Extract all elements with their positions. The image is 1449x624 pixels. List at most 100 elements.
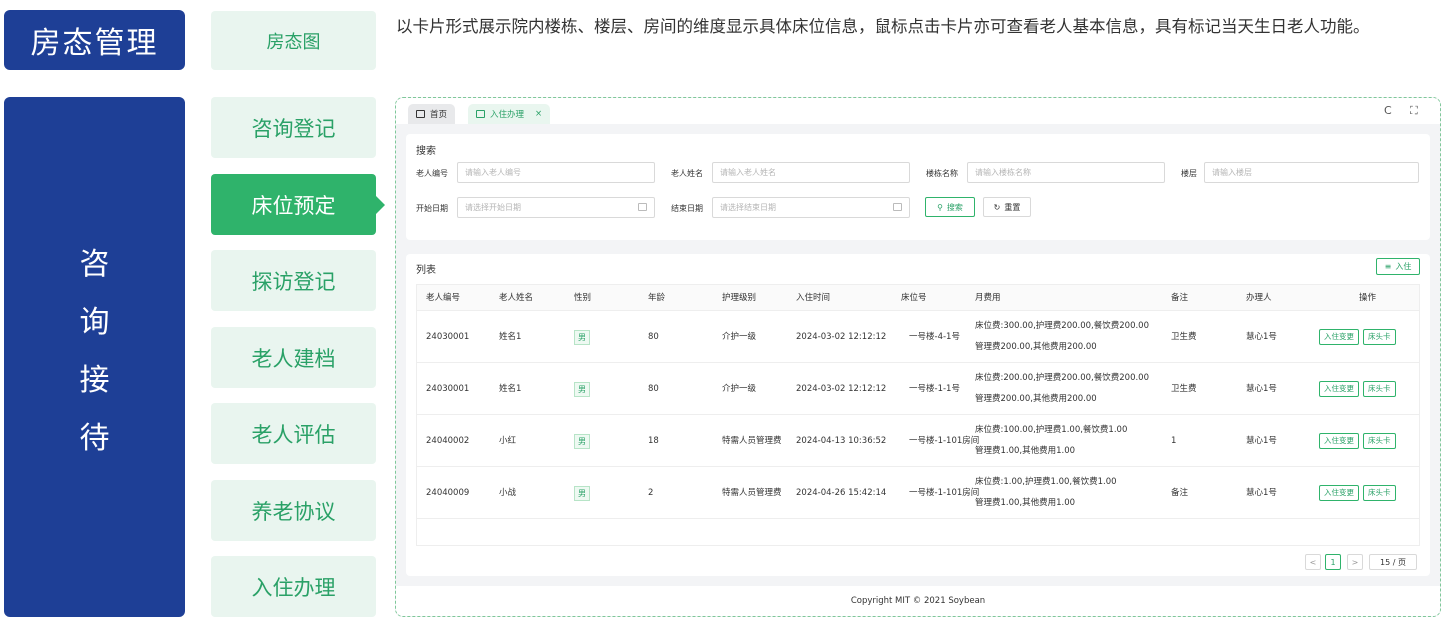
fee-line: 床位费:1.00,护理费1.00,餐饮费1.00 — [975, 477, 1117, 487]
page-number-button[interactable]: 1 — [1325, 554, 1341, 570]
menu-item-label: 入住办理 — [251, 575, 336, 600]
bed-card-button[interactable]: 床头卡 — [1363, 381, 1396, 397]
column-header: 性别 — [574, 292, 592, 303]
close-icon[interactable]: × — [535, 109, 542, 119]
column-header: 护理级别 — [722, 292, 757, 303]
bed-card-button[interactable]: 床头卡 — [1363, 329, 1396, 345]
menu-item-elder-assess[interactable]: 老人评估 — [211, 403, 376, 464]
cell-bed-number: 一号楼-4-1号 — [909, 331, 960, 342]
cell-elder-id: 24040002 — [426, 435, 470, 446]
menu-item-check-in[interactable]: 入住办理 — [211, 556, 376, 617]
building-name-input[interactable]: 请输入楼栋名称 — [967, 162, 1165, 183]
cell-monthly-fee: 床位费:200.00,护理费200.00,餐饮费200.00 管理费200.00… — [975, 363, 1149, 415]
search-card-title: 搜索 — [416, 146, 436, 157]
cell-care-level: 特需人员管理费 — [722, 435, 782, 446]
category-room-status-label: 房态管理 — [30, 26, 159, 61]
app-screenshot-frame: 首页 入住办理 × C ⛶ 搜索 老人编号 请输入老人编号 老人姓名 请输入老人… — [395, 97, 1441, 617]
menu-item-consult-register[interactable]: 咨询登记 — [211, 97, 376, 158]
column-header: 入住时间 — [796, 292, 831, 303]
fee-line: 管理费200.00,其他费用200.00 — [975, 394, 1097, 404]
tab-home-label: 首页 — [430, 110, 448, 120]
change-check-in-button[interactable]: 入住变更 — [1319, 329, 1359, 345]
menu-item-label: 探访登记 — [251, 269, 336, 294]
cell-actions: 入住变更 床头卡 — [1315, 467, 1396, 519]
cell-check-in-time: 2024-03-02 12:12:12 — [796, 383, 887, 394]
refresh-icon[interactable]: C — [1384, 104, 1392, 117]
cell-check-in-time: 2024-03-02 12:12:12 — [796, 331, 887, 342]
tab-home[interactable]: 首页 — [408, 104, 456, 124]
cell-monthly-fee: 床位费:300.00,护理费200.00,餐饮费200.00 管理费200.00… — [975, 311, 1149, 363]
end-date-placeholder: 请选择结束日期 — [720, 203, 776, 212]
menu-item-label: 房态图 — [266, 31, 321, 53]
category-consultation-char: 询 — [79, 305, 110, 340]
reset-icon: ↻ — [993, 202, 1001, 212]
tab-check-in[interactable]: 入住办理 × — [468, 104, 551, 124]
cell-note: 卫生费 — [1171, 383, 1197, 394]
menu-item-care-agreement[interactable]: 养老协议 — [211, 480, 376, 541]
search-card: 搜索 老人编号 请输入老人编号 老人姓名 请输入老人姓名 楼栋名称 请输入楼栋名… — [406, 134, 1430, 240]
cell-actions: 入住变更 床头卡 — [1315, 363, 1396, 415]
search-button[interactable]: ⚲ 搜索 — [925, 197, 975, 217]
category-room-status: 房态管理 — [4, 10, 185, 70]
cell-handler: 慧心1号 — [1246, 435, 1277, 446]
column-header: 老人姓名 — [499, 292, 534, 303]
building-name-label: 楼栋名称 — [926, 169, 958, 178]
column-header: 月费用 — [975, 292, 1001, 303]
category-consultation-char: 接 — [79, 363, 110, 398]
cell-elder-name: 姓名1 — [499, 331, 522, 342]
cell-age: 2 — [648, 487, 654, 498]
category-consultation: 咨 询 接 待 — [4, 97, 185, 617]
cell-check-in-time: 2024-04-13 10:36:52 — [796, 435, 887, 446]
table-row: 24040002 小红 男 18 特需人员管理费 2024-04-13 10:3… — [417, 415, 1419, 467]
list-card: 列表 ≡ 入住 老人编号 老人姓名 性别 年龄 护理级别 入住时间 床位号 月费… — [406, 254, 1430, 576]
add-check-in-label: 入住 — [1395, 262, 1412, 271]
calendar-icon — [638, 203, 647, 211]
elder-name-input[interactable]: 请输入老人姓名 — [712, 162, 910, 183]
cell-care-level: 特需人员管理费 — [722, 487, 782, 498]
column-header: 操作 — [1359, 292, 1377, 303]
bed-card-button[interactable]: 床头卡 — [1363, 485, 1396, 501]
cell-elder-id: 24040009 — [426, 487, 470, 498]
change-check-in-button[interactable]: 入住变更 — [1319, 433, 1359, 449]
search-icon: ⚲ — [937, 202, 943, 212]
bed-card-button[interactable]: 床头卡 — [1363, 433, 1396, 449]
fee-line: 床位费:100.00,护理费1.00,餐饮费1.00 — [975, 425, 1128, 435]
reset-button-label: 重置 — [1004, 202, 1021, 212]
cell-check-in-time: 2024-04-26 15:42:14 — [796, 487, 887, 498]
menu-item-room-map[interactable]: 房态图 — [211, 11, 376, 70]
end-date-picker[interactable]: 请选择结束日期 — [712, 197, 910, 218]
menu-item-label: 床位预定 — [251, 193, 336, 218]
cell-elder-name: 姓名1 — [499, 383, 522, 394]
cell-bed-number: 一号楼-1-101房间 — [909, 487, 980, 498]
start-date-placeholder: 请选择开始日期 — [465, 203, 521, 212]
change-check-in-button[interactable]: 入住变更 — [1319, 485, 1359, 501]
menu-item-bed-reserve[interactable]: 床位预定 — [211, 174, 385, 235]
menu-item-elder-profile[interactable]: 老人建档 — [211, 327, 376, 388]
menu-item-label: 老人建档 — [251, 346, 336, 371]
cell-age: 18 — [648, 435, 659, 446]
cell-monthly-fee: 床位费:100.00,护理费1.00,餐饮费1.00 管理费1.00,其他费用1… — [975, 415, 1127, 467]
menu-item-visit-register[interactable]: 探访登记 — [211, 250, 376, 311]
page-size-select[interactable]: 15 / 页 — [1369, 554, 1417, 570]
fee-line: 管理费1.00,其他费用1.00 — [975, 446, 1076, 456]
list-card-title: 列表 — [416, 265, 436, 276]
cell-handler: 慧心1号 — [1246, 383, 1277, 394]
menu-item-label: 咨询登记 — [251, 116, 336, 141]
column-header: 老人编号 — [426, 292, 461, 303]
floor-input[interactable]: 请输入楼层 — [1204, 162, 1419, 183]
fee-line: 床位费:300.00,护理费200.00,餐饮费200.00 — [975, 321, 1149, 331]
fullscreen-icon[interactable]: ⛶ — [1410, 104, 1418, 118]
prev-page-button[interactable]: < — [1305, 554, 1321, 570]
reset-button[interactable]: ↻ 重置 — [983, 197, 1031, 217]
elder-id-input[interactable]: 请输入老人编号 — [457, 162, 655, 183]
start-date-picker[interactable]: 请选择开始日期 — [457, 197, 655, 218]
start-date-label: 开始日期 — [416, 204, 448, 213]
tab-check-in-label: 入住办理 — [490, 110, 525, 120]
column-header: 床位号 — [901, 292, 927, 303]
cell-elder-id: 24030001 — [426, 383, 470, 394]
next-page-button[interactable]: > — [1347, 554, 1363, 570]
change-check-in-button[interactable]: 入住变更 — [1319, 381, 1359, 397]
fee-line: 床位费:200.00,护理费200.00,餐饮费200.00 — [975, 373, 1149, 383]
floor-label: 楼层 — [1181, 169, 1197, 178]
add-check-in-button[interactable]: ≡ 入住 — [1376, 258, 1420, 275]
